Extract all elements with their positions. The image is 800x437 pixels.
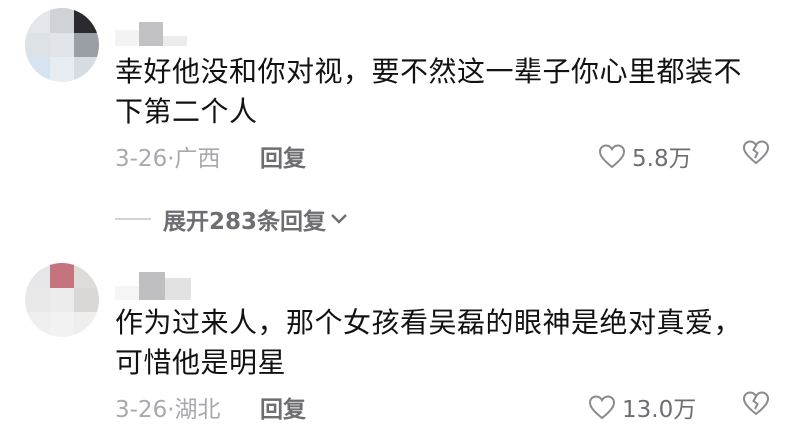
comment-date-location: 3-26·广西 (115, 146, 221, 172)
comment-text: 作为过来人，那个女孩看吴磊的眼神是绝对真爱，可惜他是明星 (115, 306, 743, 379)
like-button[interactable]: 5.8万 (598, 139, 692, 173)
avatar-pixel (49, 287, 75, 313)
avatar[interactable] (25, 263, 99, 337)
chevron-down-icon (331, 214, 347, 224)
reply-button[interactable]: 回复 (260, 390, 306, 424)
avatar-pixel (49, 32, 75, 58)
mosaic-block (115, 286, 139, 300)
mosaic-block (139, 272, 165, 300)
comment-text: 幸好他没和你对视，要不然这一辈子你心里都装不下第二个人 (115, 55, 743, 128)
divider-line (115, 218, 151, 220)
mosaic-block (165, 278, 191, 300)
like-count: 5.8万 (632, 146, 692, 172)
avatar-pixel (74, 57, 99, 82)
username-redacted[interactable] (115, 272, 191, 300)
avatar-pixel (25, 57, 50, 82)
broken-heart-icon (742, 391, 770, 416)
avatar-pixel (49, 263, 75, 288)
mosaic-block (139, 22, 163, 46)
like-button[interactable]: 13.0万 (588, 390, 696, 424)
avatar-pixel (74, 32, 99, 58)
avatar-pixel (25, 32, 50, 58)
avatar-pixel (49, 312, 75, 337)
avatar-pixel (74, 287, 99, 313)
avatar-pixel (25, 8, 50, 33)
avatar-pixel (74, 263, 99, 288)
avatar-pixel (74, 312, 99, 337)
broken-heart-icon (742, 140, 770, 165)
dislike-button[interactable] (742, 139, 770, 169)
username-redacted[interactable] (115, 22, 187, 46)
expand-replies-label: 展开283条回复 (163, 209, 327, 235)
heart-outline-icon (598, 144, 626, 169)
avatar-pixel (25, 312, 50, 337)
heart-outline-icon (588, 395, 616, 420)
like-count: 13.0万 (622, 397, 697, 423)
avatar-pixel (74, 8, 99, 33)
avatar-pixel (25, 287, 50, 313)
avatar[interactable] (25, 8, 99, 82)
reply-button[interactable]: 回复 (260, 139, 306, 173)
expand-replies-button[interactable]: 展开283条回复 (115, 202, 348, 236)
dislike-button[interactable] (742, 390, 770, 420)
avatar-pixel (49, 57, 75, 82)
avatar-pixel (49, 8, 75, 33)
mosaic-block (163, 36, 187, 46)
comment-date-location: 3-26·湖北 (115, 397, 221, 423)
avatar-pixel (25, 263, 50, 288)
mosaic-block (115, 30, 139, 46)
